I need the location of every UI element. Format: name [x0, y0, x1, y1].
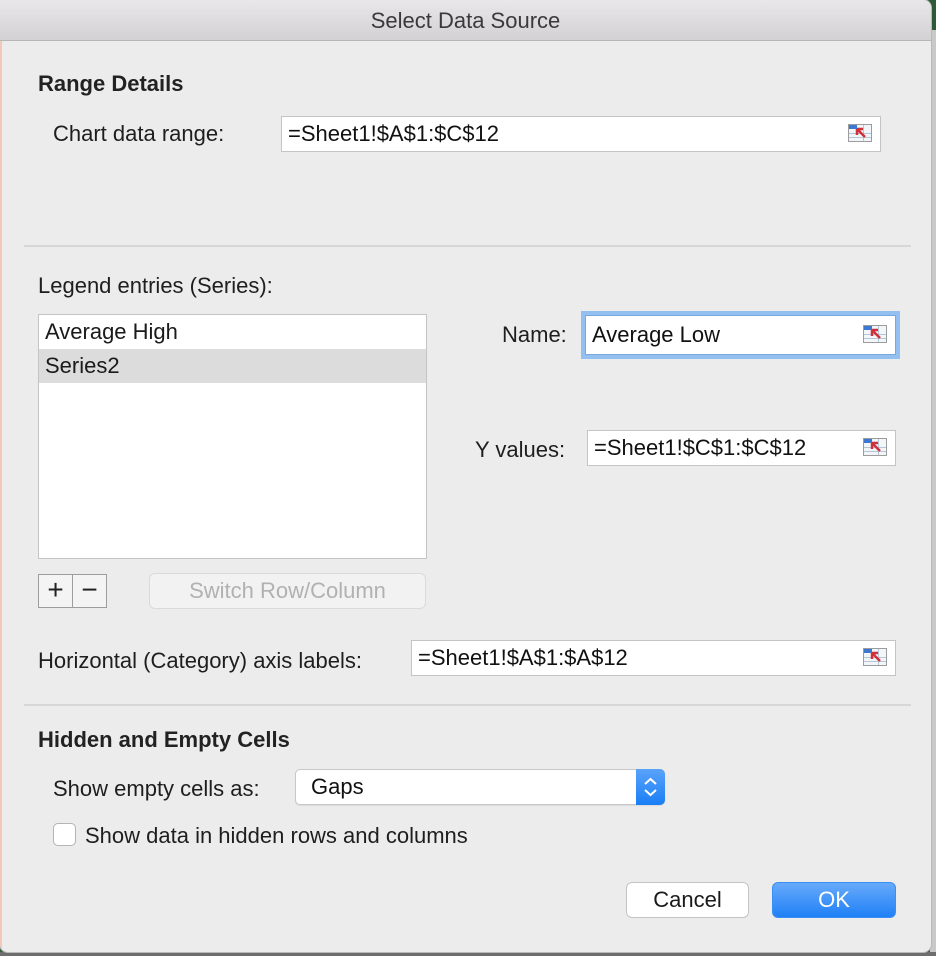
show-empty-cells-label: Show empty cells as: [53, 776, 260, 801]
series-name-label: Name: [502, 322, 567, 347]
background-window-bottom [0, 952, 936, 956]
range-selector-icon[interactable] [863, 325, 887, 343]
series-list[interactable]: Average High Series2 [38, 314, 427, 559]
ok-button[interactable]: OK [772, 882, 896, 918]
hidden-empty-cells-heading: Hidden and Empty Cells [38, 727, 290, 752]
chart-data-range-label: Chart data range: [53, 121, 225, 146]
minus-icon[interactable]: − [72, 575, 106, 607]
range-selector-icon[interactable] [848, 124, 872, 142]
dialog-edge [0, 0, 2, 952]
show-hidden-data-label: Show data in hidden rows and columns [85, 823, 468, 848]
series-name-input[interactable]: Average Low [585, 315, 896, 355]
y-values-value: =Sheet1!$C$1:$C$12 [594, 435, 807, 460]
show-empty-cells-value: Gaps [311, 774, 364, 799]
add-remove-series-control: + − [38, 574, 107, 608]
cancel-button[interactable]: Cancel [626, 882, 749, 918]
series-name-value: Average Low [592, 322, 721, 347]
range-selector-icon[interactable] [863, 438, 887, 456]
series-list-item[interactable]: Average High [39, 315, 426, 349]
legend-entries-label: Legend entries (Series): [38, 273, 273, 298]
chevron-up-down-icon[interactable] [636, 769, 665, 805]
range-selector-icon[interactable] [863, 648, 887, 666]
section-divider [24, 704, 911, 706]
show-empty-cells-select[interactable]: Gaps [295, 769, 665, 805]
range-details-heading: Range Details [38, 71, 184, 96]
select-data-source-dialog: Select Data Source Range Details Chart d… [0, 0, 931, 952]
show-hidden-data-checkbox[interactable] [53, 823, 76, 846]
plus-icon[interactable]: + [39, 575, 72, 607]
series-list-item-selected[interactable]: Series2 [39, 349, 426, 383]
switch-row-column-button[interactable]: Switch Row/Column [149, 573, 426, 609]
y-values-label: Y values: [475, 437, 566, 462]
dialog-title: Select Data Source [0, 0, 931, 41]
chart-data-range-value: =Sheet1!$A$1:$C$12 [288, 121, 500, 146]
section-divider [24, 245, 911, 247]
category-axis-labels-value: =Sheet1!$A$1:$A$12 [418, 645, 628, 670]
chart-data-range-input[interactable]: =Sheet1!$A$1:$C$12 [281, 116, 881, 152]
y-values-input[interactable]: =Sheet1!$C$1:$C$12 [587, 430, 896, 466]
category-axis-labels-label: Horizontal (Category) axis labels: [38, 648, 363, 673]
category-axis-labels-input[interactable]: =Sheet1!$A$1:$A$12 [411, 640, 896, 676]
